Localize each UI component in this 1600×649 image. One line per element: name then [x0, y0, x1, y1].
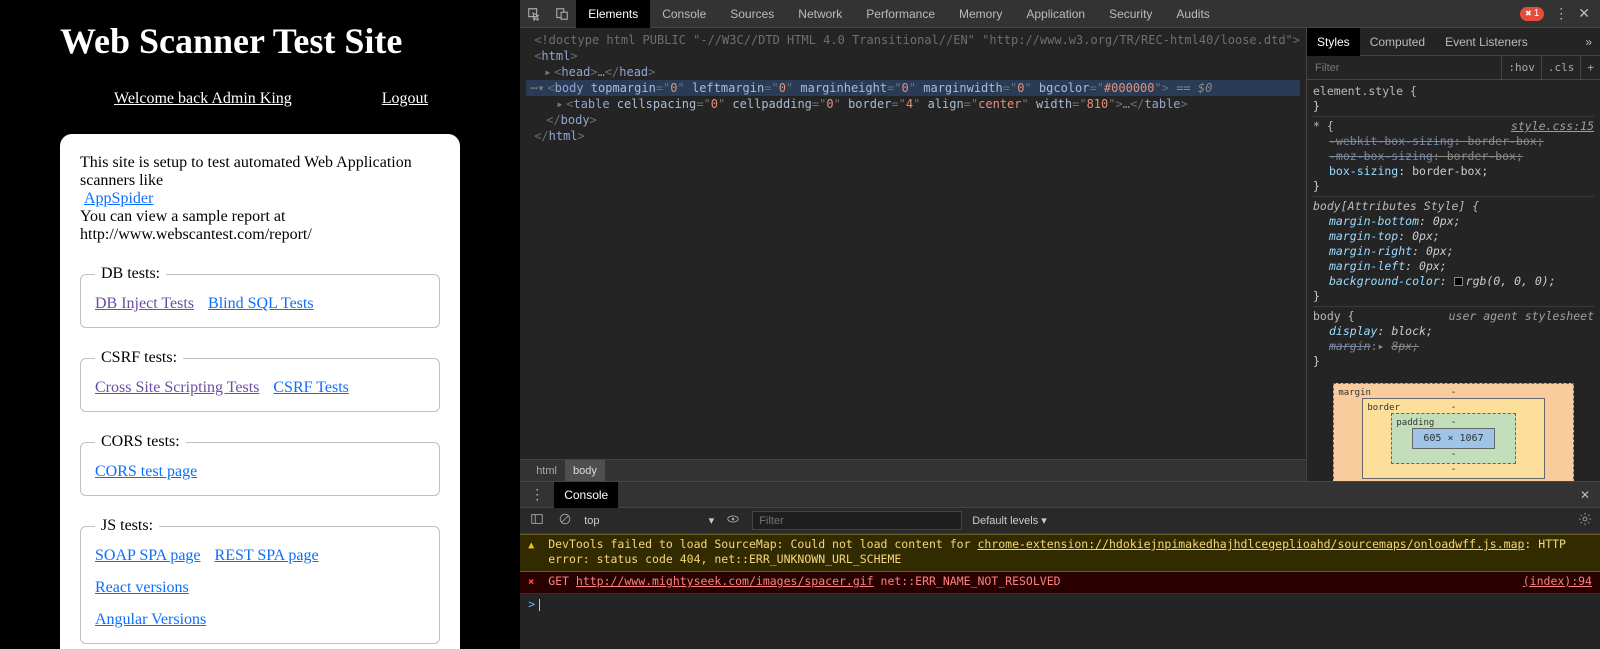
tab-application[interactable]: Application — [1014, 0, 1097, 28]
tab-elements[interactable]: Elements — [576, 0, 650, 28]
drawer-menu-icon[interactable]: ⋮ — [520, 486, 554, 503]
tab-console[interactable]: Console — [650, 0, 718, 28]
xss-tests-link[interactable]: Cross Site Scripting Tests — [95, 379, 259, 397]
console-settings-icon[interactable] — [1578, 512, 1592, 529]
react-versions-link[interactable]: React versions — [95, 579, 189, 597]
inspect-icon[interactable] — [520, 0, 548, 28]
devtools-menu-icon[interactable]: ⋮ — [1554, 5, 1568, 22]
csrf-tests-section: CSRF tests: Cross Site Scripting Tests C… — [80, 358, 440, 412]
devtools-toolbar: Elements Console Sources Network Perform… — [520, 0, 1600, 28]
devtools-tabs: Elements Console Sources Network Perform… — [576, 0, 1222, 28]
page-title: Web Scanner Test Site — [60, 20, 460, 62]
drawer-tab-console[interactable]: Console — [554, 482, 618, 508]
csrf-tests-label: CSRF tests: — [95, 349, 183, 367]
device-toggle-icon[interactable] — [548, 0, 576, 28]
console-sidebar-icon[interactable] — [528, 512, 546, 529]
breadcrumb-html[interactable]: html — [528, 460, 565, 482]
cors-tests-label: CORS tests: — [95, 433, 186, 451]
doctype-node[interactable]: <!doctype html PUBLIC "-//W3C//DTD HTML … — [526, 32, 1300, 48]
error-count-badge[interactable]: 1 — [1520, 7, 1544, 21]
rendered-page: Web Scanner Test Site Welcome back Admin… — [0, 0, 520, 649]
elements-breadcrumb: html body — [520, 459, 1306, 481]
appspider-link[interactable]: AppSpider — [84, 190, 153, 207]
tab-security[interactable]: Security — [1097, 0, 1164, 28]
styles-panel: Styles Computed Event Listeners » :hov .… — [1307, 28, 1600, 481]
live-expression-icon[interactable] — [724, 512, 742, 529]
console-context-selector[interactable]: top▾ — [584, 514, 714, 527]
cors-tests-section: CORS tests: CORS test page — [80, 442, 440, 496]
rule-source-link[interactable]: style.css:15 — [1511, 119, 1594, 134]
clear-console-icon[interactable] — [556, 512, 574, 529]
intro-text: This site is setup to test automated Web… — [80, 154, 440, 244]
sourcemap-link[interactable]: chrome-extension://hdokiejnpimakedhajhdl… — [977, 537, 1524, 551]
styles-tab-computed[interactable]: Computed — [1360, 28, 1435, 56]
cors-test-page-link[interactable]: CORS test page — [95, 463, 197, 481]
content-card: This site is setup to test automated Web… — [60, 134, 460, 649]
db-tests-section: DB tests: DB Inject Tests Blind SQL Test… — [80, 274, 440, 328]
drawer-close-icon[interactable]: ✕ — [1570, 488, 1600, 502]
devtools-close-icon[interactable]: ✕ — [1578, 5, 1590, 22]
box-model[interactable]: margin - border - padding - 605 × 1067 - — [1313, 369, 1594, 481]
tab-sources[interactable]: Sources — [718, 0, 786, 28]
rest-spa-link[interactable]: REST SPA page — [215, 547, 319, 565]
add-style-icon[interactable]: + — [1580, 56, 1600, 80]
console-message-warning[interactable]: ▲ DevTools failed to load SourceMap: Cou… — [520, 534, 1600, 572]
devtools-panel: Elements Console Sources Network Perform… — [520, 0, 1600, 649]
tab-network[interactable]: Network — [786, 0, 854, 28]
cls-toggle[interactable]: .cls — [1541, 56, 1581, 80]
console-levels-selector[interactable]: Default levels▾ — [972, 514, 1047, 527]
welcome-link[interactable]: Welcome back Admin King — [114, 90, 292, 108]
tab-audits[interactable]: Audits — [1164, 0, 1221, 28]
styles-tab-more-icon[interactable]: » — [1577, 28, 1600, 56]
tab-performance[interactable]: Performance — [854, 0, 947, 28]
error-source-link[interactable]: (index):94 — [1523, 574, 1592, 589]
styles-body[interactable]: element.style { } style.css:15 * { -webk… — [1307, 80, 1600, 481]
soap-spa-link[interactable]: SOAP SPA page — [95, 547, 201, 565]
console-output[interactable]: ▲ DevTools failed to load SourceMap: Cou… — [520, 534, 1600, 649]
js-tests-section: JS tests: SOAP SPA page REST SPA page Re… — [80, 526, 440, 644]
logout-link[interactable]: Logout — [382, 90, 428, 108]
tab-memory[interactable]: Memory — [947, 0, 1014, 28]
breadcrumb-body[interactable]: body — [565, 460, 605, 482]
styles-filter-input[interactable] — [1307, 62, 1501, 74]
console-prompt[interactable]: > — [520, 594, 1600, 614]
box-model-content: 605 × 1067 — [1412, 428, 1494, 449]
console-drawer: ⋮ Console ✕ top▾ Default levels▾ — [520, 481, 1600, 649]
error-url-link[interactable]: http://www.mightyseek.com/images/spacer.… — [576, 574, 874, 588]
blind-sql-tests-link[interactable]: Blind SQL Tests — [208, 295, 314, 313]
styles-tab-event-listeners[interactable]: Event Listeners — [1435, 28, 1538, 56]
db-tests-label: DB tests: — [95, 265, 166, 283]
csrf-tests-link[interactable]: CSRF Tests — [273, 379, 349, 397]
styles-tab-styles[interactable]: Styles — [1307, 28, 1360, 56]
ua-source: user agent stylesheet — [1449, 309, 1594, 324]
console-message-error[interactable]: ✖ (index):94 GET http://www.mightyseek.c… — [520, 572, 1600, 594]
elements-panel: <!doctype html PUBLIC "-//W3C//DTD HTML … — [520, 28, 1307, 481]
db-inject-tests-link[interactable]: DB Inject Tests — [95, 295, 194, 313]
console-filter-input[interactable] — [752, 511, 962, 530]
js-tests-label: JS tests: — [95, 517, 159, 535]
hov-toggle[interactable]: :hov — [1501, 56, 1541, 80]
angular-versions-link[interactable]: Angular Versions — [95, 611, 425, 629]
dom-tree[interactable]: <!doctype html PUBLIC "-//W3C//DTD HTML … — [520, 28, 1306, 459]
color-swatch-icon[interactable] — [1454, 277, 1463, 286]
body-node-selected[interactable]: ⋯▾<body topmargin="0" leftmargin="0" mar… — [526, 80, 1300, 96]
